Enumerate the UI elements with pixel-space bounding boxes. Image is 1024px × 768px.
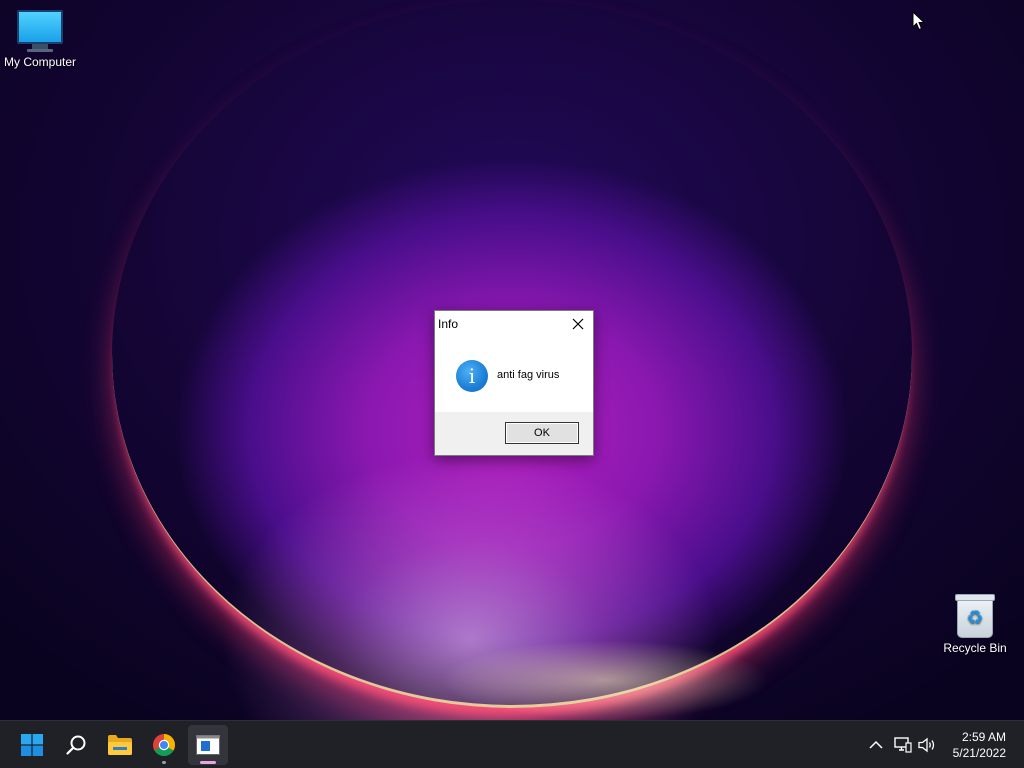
- clock-time: 2:59 AM: [961, 730, 1006, 744]
- file-explorer-button[interactable]: [100, 725, 140, 765]
- windows-logo-icon: [21, 734, 43, 756]
- window-app-icon: [196, 735, 220, 755]
- clock-date: 5/21/2022: [952, 746, 1006, 760]
- active-indicator: [200, 761, 216, 764]
- chevron-up-icon: [869, 740, 883, 749]
- network-button[interactable]: [893, 735, 913, 755]
- chrome-icon: [153, 734, 175, 756]
- recycle-bin-icon: ♻: [955, 594, 995, 638]
- dialog-message: anti fag virus: [497, 369, 560, 381]
- running-indicator: [162, 761, 166, 764]
- folder-icon: [108, 735, 132, 755]
- search-icon: [66, 735, 86, 755]
- clock[interactable]: 2:59 AM 5/21/2022: [953, 729, 1006, 761]
- close-icon: [572, 318, 584, 330]
- desktop[interactable]: My Computer ♻ Recycle Bin Info i anti fa…: [0, 0, 1024, 768]
- volume-icon: [918, 737, 935, 753]
- dialog-footer: OK: [435, 412, 593, 455]
- desktop-icon-label: Recycle Bin: [943, 641, 1007, 655]
- dialog-title: Info: [438, 317, 459, 331]
- volume-button[interactable]: [918, 735, 938, 755]
- network-icon: [894, 737, 912, 753]
- desktop-icon-label: My Computer: [3, 55, 77, 69]
- desktop-icon-my-computer[interactable]: My Computer: [0, 10, 80, 69]
- mouse-cursor-icon: [912, 11, 926, 31]
- ok-button[interactable]: OK: [505, 422, 579, 444]
- start-button[interactable]: [12, 725, 52, 765]
- message-box-app-button[interactable]: [188, 725, 228, 765]
- chrome-button[interactable]: [144, 725, 184, 765]
- desktop-icon-recycle-bin[interactable]: ♻ Recycle Bin: [935, 594, 1015, 655]
- monitor-icon: [0, 10, 80, 52]
- taskbar: 2:59 AM 5/21/2022: [0, 720, 1024, 768]
- show-hidden-icons-button[interactable]: [866, 735, 886, 755]
- close-button[interactable]: [567, 314, 589, 334]
- info-dialog: Info i anti fag virus OK: [434, 310, 594, 456]
- search-button[interactable]: [56, 725, 96, 765]
- info-icon: i: [456, 360, 488, 392]
